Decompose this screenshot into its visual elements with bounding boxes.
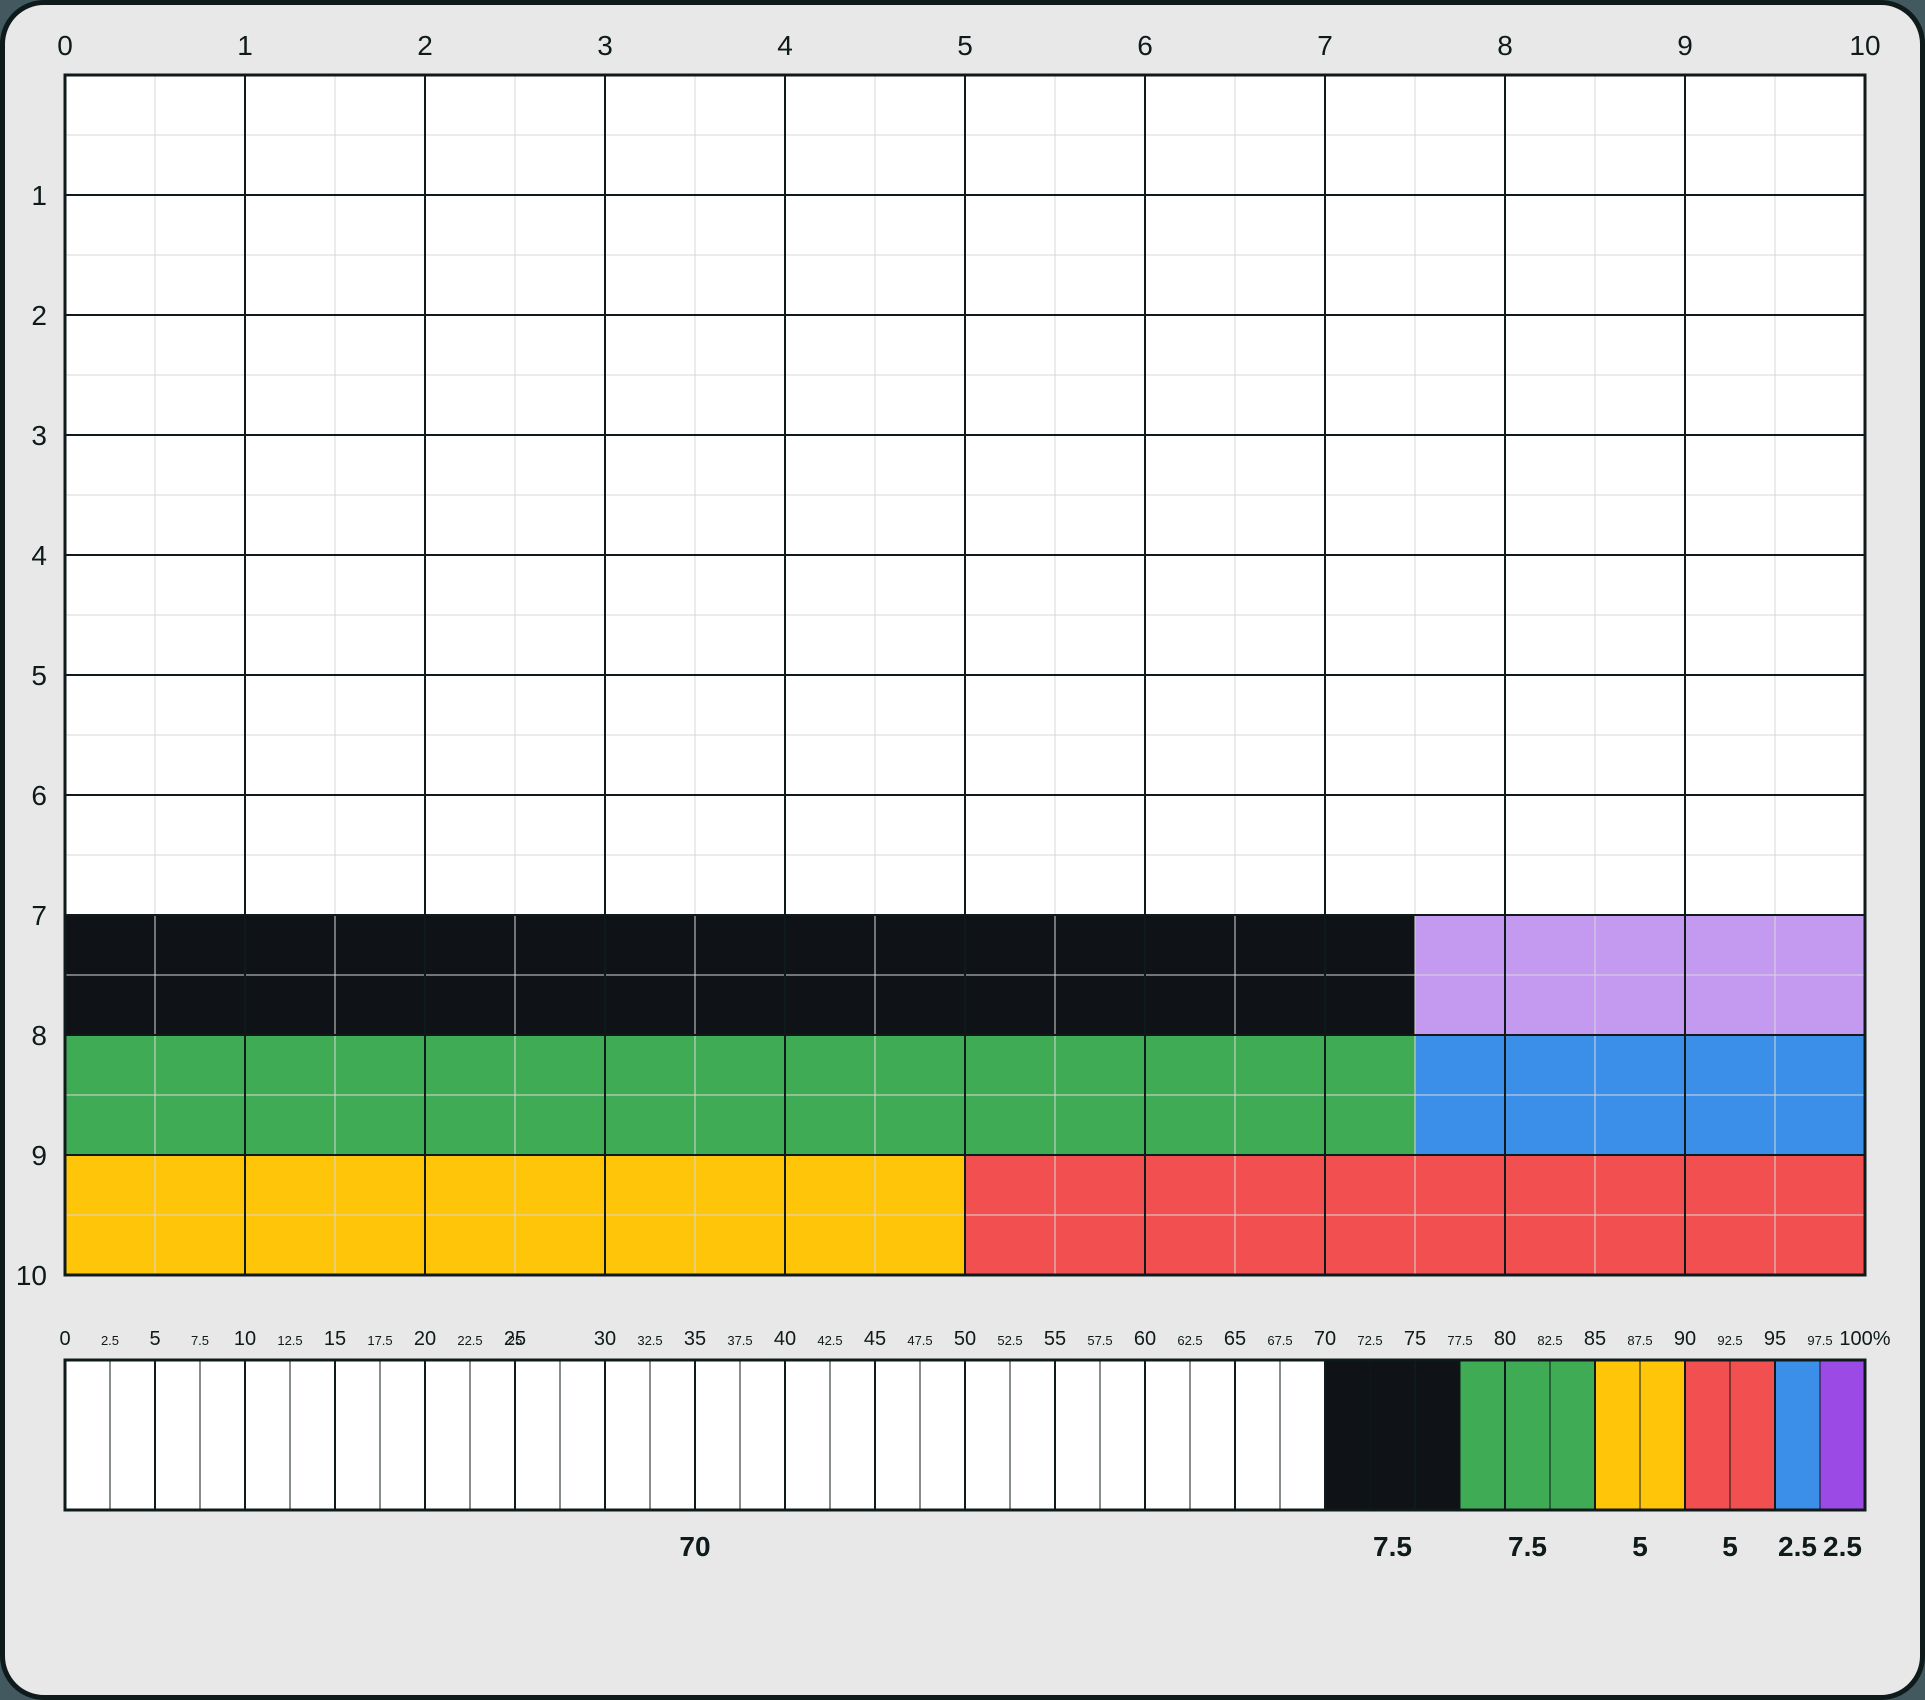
pct-tick-82.5: 82.5 [1537, 1333, 1562, 1348]
y-tick-3: 3 [31, 420, 47, 451]
pct-tick-10: 10 [234, 1328, 256, 1350]
pct-tick-57.5: 57.5 [1087, 1333, 1112, 1348]
pct-tick-45: 45 [864, 1328, 886, 1350]
pct-tick-87.5: 87.5 [1627, 1333, 1652, 1348]
x-tick-9: 9 [1677, 30, 1693, 61]
pct-label-white: 70 [679, 1531, 710, 1562]
pct-tick-20: 20 [414, 1328, 436, 1350]
pct-tick-100: 100% [1839, 1328, 1890, 1350]
pct-seg-purple [1820, 1360, 1865, 1510]
x-tick-8: 8 [1497, 30, 1513, 61]
x-tick-6: 6 [1137, 30, 1153, 61]
pct-seg-green [1460, 1360, 1595, 1510]
pct-tick-65: 65 [1224, 1328, 1246, 1350]
pct-tick-0: 0 [59, 1328, 70, 1350]
pct-tick-47.5: 47.5 [907, 1333, 932, 1348]
pct-tick-35: 35 [684, 1328, 706, 1350]
pct-tick-5: 5 [149, 1328, 160, 1350]
pct-tick-92.5: 92.5 [1717, 1333, 1742, 1348]
pct-tick-37.5: 37.5 [727, 1333, 752, 1348]
x-tick-2: 2 [417, 30, 433, 61]
pct-tick-95: 95 [1764, 1328, 1786, 1350]
pct-tick-42.5: 42.5 [817, 1333, 842, 1348]
pct-tick-62.5: 62.5 [1177, 1333, 1202, 1348]
pct-tick-17.5: 17.5 [367, 1333, 392, 1348]
pct-tick-75: 75 [1404, 1328, 1426, 1350]
y-tick-8: 8 [31, 1020, 47, 1051]
y-tick-10: 10 [16, 1260, 47, 1291]
pct-tick-55: 55 [1044, 1328, 1066, 1350]
x-tick-0: 0 [57, 30, 73, 61]
pct-tick-60: 60 [1134, 1328, 1156, 1350]
pct-tick-12.5: 12.5 [277, 1333, 302, 1348]
chart-frame: 0123456789101234567891005101520253035404… [0, 0, 1925, 1700]
y-tick-6: 6 [31, 780, 47, 811]
pct-tick-32.5: 32.5 [637, 1333, 662, 1348]
pct-tick-67.5: 67.5 [1267, 1333, 1292, 1348]
pct-tick-7.5: 7.5 [191, 1333, 209, 1348]
y-tick-7: 7 [31, 900, 47, 931]
x-tick-7: 7 [1317, 30, 1333, 61]
x-tick-5: 5 [957, 30, 973, 61]
pct-label-green: 7.5 [1508, 1531, 1547, 1562]
pct-tick-72.5: 72.5 [1357, 1333, 1382, 1348]
pct-tick-90: 90 [1674, 1328, 1696, 1350]
pct-tick-50: 50 [954, 1328, 976, 1350]
y-tick-1: 1 [31, 180, 47, 211]
x-tick-3: 3 [597, 30, 613, 61]
pct-label-black: 7.5 [1373, 1531, 1412, 1562]
pct-tick-77.5: 77.5 [1447, 1333, 1472, 1348]
chart-svg: 0123456789101234567891005101520253035404… [5, 5, 1920, 1695]
x-tick-1: 1 [237, 30, 253, 61]
y-tick-4: 4 [31, 540, 47, 571]
pct-tick-40: 40 [774, 1328, 796, 1350]
pct-tick-25: 25 [508, 1333, 522, 1348]
pct-label-blue: 2.5 [1778, 1531, 1817, 1562]
pct-tick-52.5: 52.5 [997, 1333, 1022, 1348]
x-tick-4: 4 [777, 30, 793, 61]
pct-label-purple: 2.5 [1823, 1531, 1862, 1562]
x-tick-10: 10 [1849, 30, 1880, 61]
pct-tick-80: 80 [1494, 1328, 1516, 1350]
pct-tick-30: 30 [594, 1328, 616, 1350]
pct-seg-black [1325, 1360, 1460, 1510]
pct-seg-blue [1775, 1360, 1820, 1510]
pct-tick-85: 85 [1584, 1328, 1606, 1350]
y-tick-5: 5 [31, 660, 47, 691]
y-tick-9: 9 [31, 1140, 47, 1171]
pct-tick-15: 15 [324, 1328, 346, 1350]
pct-tick-97.5: 97.5 [1807, 1333, 1832, 1348]
pct-label-yellow: 5 [1632, 1531, 1648, 1562]
pct-tick-22.5: 22.5 [457, 1333, 482, 1348]
y-tick-2: 2 [31, 300, 47, 331]
pct-tick-2.5: 2.5 [101, 1333, 119, 1348]
pct-label-red: 5 [1722, 1531, 1738, 1562]
pct-tick-70: 70 [1314, 1328, 1336, 1350]
